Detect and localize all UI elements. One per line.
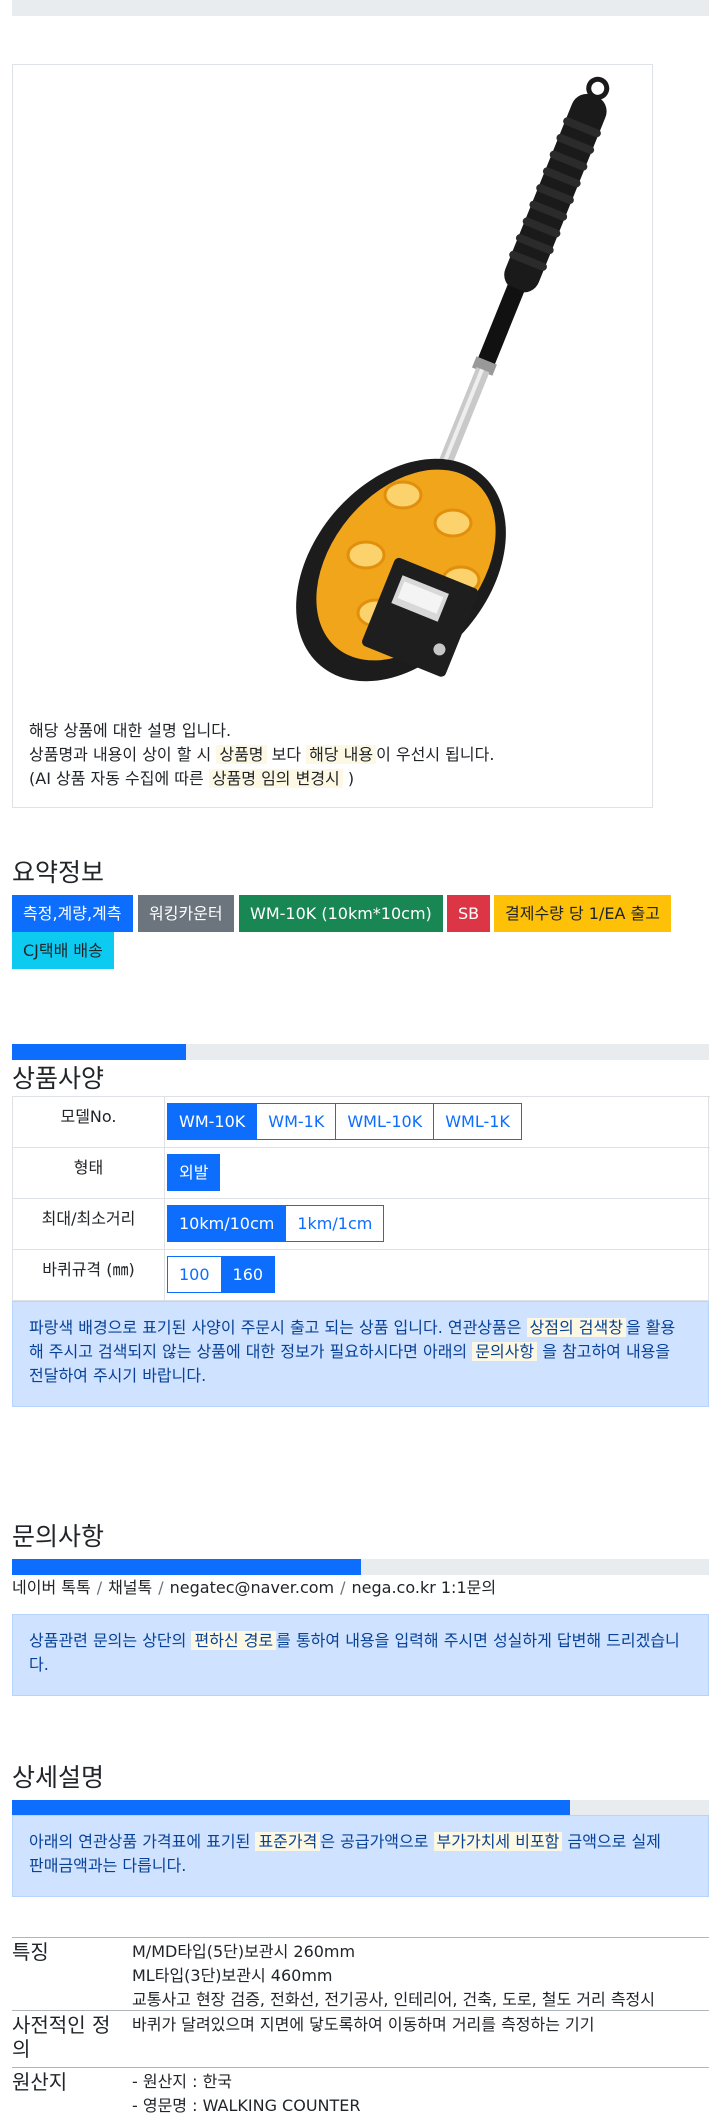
highlight-vat-excluded: 부가가치세 비포함 bbox=[433, 1832, 563, 1851]
detail-row-definition: 사전적인 정의 바퀴가 달려있으며 지면에 닿도록하여 이동하며 거리를 측정하… bbox=[12, 2010, 709, 2067]
detail-row-origin: 원산지 - 원산지 : 한국 - 영문명 : WALKING COUNTER bbox=[12, 2067, 709, 2116]
detail-progress-fill bbox=[12, 1800, 570, 1816]
contact-naver-talk[interactable]: 네이버 톡톡 bbox=[12, 1578, 91, 1597]
badge-quantity[interactable]: 결제수량 당 1/EA 출고 bbox=[494, 895, 671, 932]
highlight-search: 상점의 검색창 bbox=[526, 1318, 626, 1337]
spec-table: 모델No. WM-10K WM-1K WML-10K WML-1K 형태 외발 … bbox=[12, 1096, 710, 1301]
spec-label-wheel-size: 바퀴규격 (㎜) bbox=[13, 1250, 165, 1301]
product-card: 해당 상품에 대한 설명 입니다. 상품명과 내용이 상이 할 시 상품명 보다… bbox=[12, 64, 653, 808]
option-wml-1k[interactable]: WML-1K bbox=[433, 1103, 522, 1140]
spec-row-wheel-size: 바퀴규격 (㎜) 100 160 bbox=[13, 1249, 710, 1301]
highlight-standard-price: 표준가격 bbox=[255, 1832, 321, 1851]
inquiry-alert: 상품관련 문의는 상단의 편하신 경로 를 통하여 내용을 입력해 주시면 성실하… bbox=[12, 1614, 709, 1696]
alert-text: 해 주시고 검색되지 않는 상품에 대한 정보가 필요하시다면 아래의 bbox=[29, 1342, 473, 1361]
option-wm-10k[interactable]: WM-10K bbox=[167, 1103, 258, 1140]
badge-category[interactable]: 측정,계량,계측 bbox=[12, 895, 133, 932]
spec-progress-fill bbox=[12, 1044, 187, 1060]
spec-label-form: 형태 bbox=[13, 1148, 165, 1198]
highlight-inquiry: 문의사항 bbox=[472, 1342, 538, 1361]
highlight-channel: 편하신 경로 bbox=[191, 1631, 277, 1650]
walking-measure-product-image bbox=[296, 76, 610, 682]
notice-text: (AI 상품 자동 수집에 따른 bbox=[29, 769, 209, 788]
model-options: WM-10K WM-1K WML-10K WML-1K bbox=[167, 1103, 522, 1140]
notice-text: 상품명과 내용이 상이 할 시 bbox=[29, 745, 217, 764]
spec-row-form: 형태 외발 bbox=[13, 1147, 710, 1198]
detail-value: 교통사고 현장 검증, 전화선, 전기공사, 인테리어, 건축, 도로, 철도 … bbox=[132, 1990, 655, 2009]
detail-value: ML타입(3단)보관시 460mm bbox=[132, 1966, 333, 1985]
separator: / bbox=[340, 1578, 346, 1597]
detail-title: 상세설명 bbox=[12, 1763, 105, 1792]
detail-key-origin: 원산지 bbox=[12, 2070, 68, 2094]
detail-row-features: 특징 M/MD타입(5단)보관시 260mm ML타입(3단)보관시 460mm… bbox=[12, 1937, 709, 2009]
alert-text: 은 공급가액으로 bbox=[320, 1832, 434, 1851]
alert-text: 파랑색 배경으로 표기된 사양이 주문시 출고 되는 상품 입니다. 연관상품은 bbox=[29, 1318, 527, 1337]
inquiry-progress-bar bbox=[12, 1559, 709, 1575]
spec-label-model: 모델No. bbox=[13, 1097, 165, 1147]
inquiry-title: 문의사항 bbox=[12, 1522, 105, 1551]
option-100[interactable]: 100 bbox=[167, 1256, 222, 1293]
product-notice: 해당 상품에 대한 설명 입니다. 상품명과 내용이 상이 할 시 상품명 보다… bbox=[29, 719, 494, 791]
separator: / bbox=[96, 1578, 103, 1597]
spec-row-model: 모델No. WM-10K WM-1K WML-10K WML-1K bbox=[13, 1096, 710, 1147]
detail-value: - 원산지 : 한국 bbox=[132, 2072, 233, 2091]
option-wml-10k[interactable]: WML-10K bbox=[335, 1103, 435, 1140]
detail-key-definition: 사전적인 정의 bbox=[12, 2013, 111, 2061]
detail-progress-bar bbox=[12, 1800, 709, 1816]
option-160[interactable]: 160 bbox=[220, 1256, 276, 1293]
contact-email[interactable]: negatec@naver.com bbox=[170, 1578, 334, 1597]
detail-values-definition: 바퀴가 달려있으며 지면에 닿도록하여 이동하며 거리를 측정하는 기기 bbox=[132, 2013, 594, 2037]
notice-text: 보다 bbox=[266, 745, 307, 764]
top-progress-bar bbox=[12, 0, 709, 16]
alert-text: 전달하여 주시기 바랍니다. bbox=[29, 1366, 207, 1385]
notice-text: 이 우선시 됩니다. bbox=[376, 745, 495, 764]
alert-text: 를 통하여 내용을 입력해 주시면 성실하게 답변해 드리겠습니 bbox=[276, 1631, 680, 1650]
highlight-product-name: 상품명 bbox=[216, 745, 267, 764]
notice-line-1: 해당 상품에 대한 설명 입니다. bbox=[29, 721, 232, 740]
alert-text: 을 활용 bbox=[625, 1318, 676, 1337]
alert-text: 판매금액과는 다릅니다. bbox=[29, 1856, 187, 1875]
badge-product-type[interactable]: 워킹카운터 bbox=[138, 895, 234, 932]
separator: / bbox=[158, 1578, 164, 1597]
form-options: 외발 bbox=[167, 1154, 221, 1191]
option-1km-1cm[interactable]: 1km/1cm bbox=[285, 1205, 385, 1242]
spec-progress-bar bbox=[12, 1044, 709, 1060]
badge-shipping[interactable]: CJ택배 배송 bbox=[12, 932, 114, 969]
notice-text: ) bbox=[342, 769, 355, 788]
contact-channel-talk[interactable]: 채널톡 bbox=[108, 1578, 152, 1597]
option-10km-10cm[interactable]: 10km/10cm bbox=[167, 1205, 287, 1242]
badge-model[interactable]: WM-10K (10km*10cm) bbox=[239, 895, 443, 932]
spec-alert: 파랑색 배경으로 표기된 사양이 주문시 출고 되는 상품 입니다. 연관상품은… bbox=[12, 1301, 709, 1407]
distance-options: 10km/10cm 1km/1cm bbox=[167, 1205, 385, 1242]
contact-qna[interactable]: nega.co.kr 1:1문의 bbox=[352, 1578, 497, 1597]
inquiry-progress-fill bbox=[12, 1559, 361, 1575]
highlight-name-change: 상품명 임의 변경시 bbox=[208, 769, 343, 788]
price-alert: 아래의 연관상품 가격표에 표기된 표준가격 은 공급가액으로 부가가치세 비포함… bbox=[12, 1815, 709, 1897]
spec-row-distance: 최대/최소거리 10km/10cm 1km/1cm bbox=[13, 1198, 710, 1249]
highlight-content: 해당 내용 bbox=[306, 745, 377, 764]
detail-value: 바퀴가 달려있으며 지면에 닿도록하여 이동하며 거리를 측정하는 기기 bbox=[132, 2015, 595, 2034]
alert-text: 상품관련 문의는 상단의 bbox=[29, 1631, 192, 1650]
contact-breadcrumb: 네이버 톡톡 / 채널톡 / negatec@naver.com / nega.co.kr … bbox=[12, 1574, 496, 1598]
detail-value: - 영문명 : WALKING COUNTER bbox=[132, 2096, 361, 2115]
spec-label-distance: 최대/최소거리 bbox=[13, 1199, 165, 1249]
badge-brand[interactable]: SB bbox=[447, 895, 491, 932]
alert-text: 금액으로 실제 bbox=[562, 1832, 661, 1851]
alert-text: 다. bbox=[29, 1655, 49, 1674]
detail-values-origin: - 원산지 : 한국 - 영문명 : WALKING COUNTER bbox=[132, 2070, 361, 2116]
alert-text: 을 참고하여 내용을 bbox=[537, 1342, 671, 1361]
wheel-size-options: 100 160 bbox=[167, 1256, 276, 1293]
spec-title: 상품사양 bbox=[12, 1064, 105, 1093]
option-wm-1k[interactable]: WM-1K bbox=[256, 1103, 337, 1140]
alert-text: 아래의 연관상품 가격표에 표기된 bbox=[29, 1832, 256, 1851]
option-single-wheel[interactable]: 외발 bbox=[167, 1154, 221, 1191]
summary-title: 요약정보 bbox=[12, 858, 105, 887]
detail-key-features: 특징 bbox=[12, 1940, 49, 1964]
detail-values-features: M/MD타입(5단)보관시 260mm ML타입(3단)보관시 460mm 교통… bbox=[132, 1940, 655, 2012]
detail-value: M/MD타입(5단)보관시 260mm bbox=[132, 1942, 356, 1961]
